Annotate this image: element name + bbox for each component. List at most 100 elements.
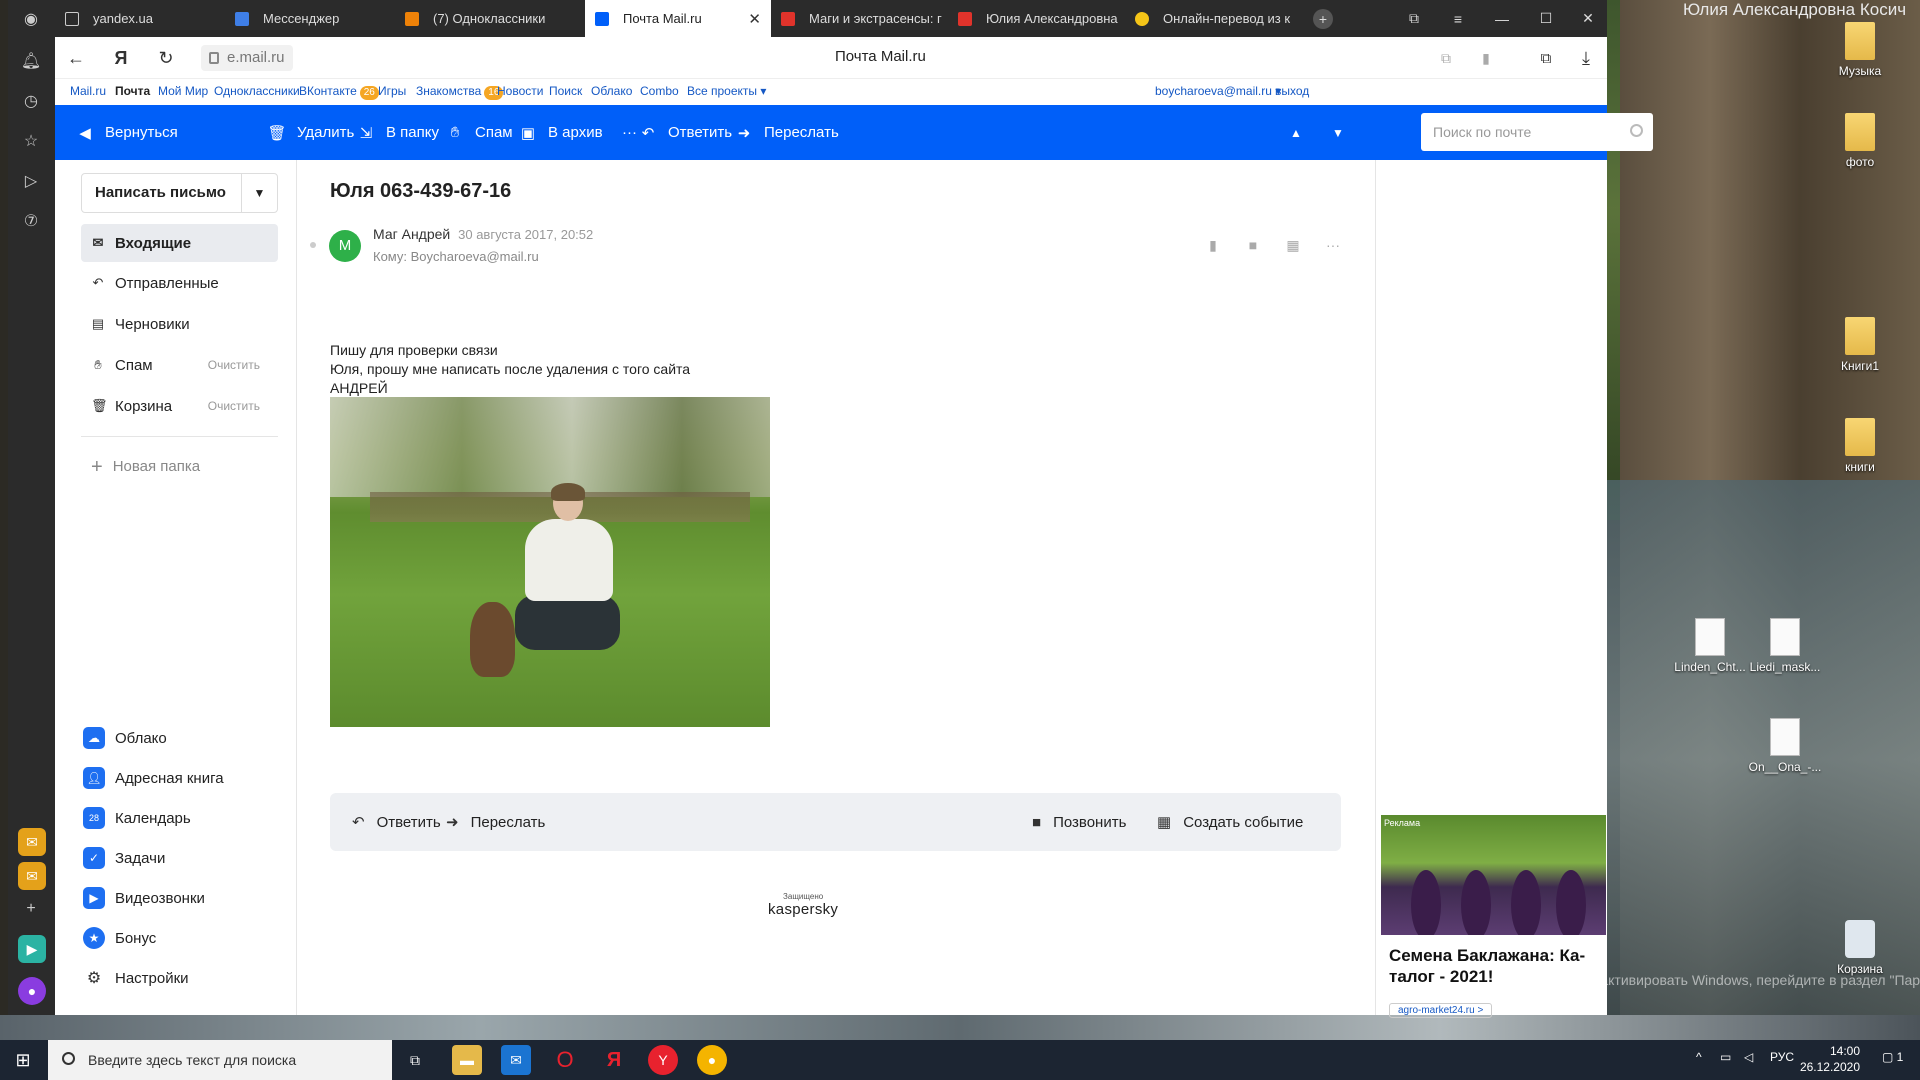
ad-image[interactable]: Реклама (1381, 815, 1606, 935)
desktop-icon-doc-ona[interactable]: On__Ona_-... (1745, 718, 1825, 774)
task-view-icon[interactable]: ⧉ (400, 1045, 430, 1075)
bookmark-icon[interactable]: ▮ (1204, 236, 1222, 254)
new-tab-button[interactable]: + (1303, 0, 1343, 37)
ad-title[interactable]: Семена Баклажана: Ка-талог - 2021! (1389, 945, 1599, 987)
archive-button[interactable]: ▣ В архив (520, 105, 603, 160)
service-video-calls[interactable]: ▶ Видеозвонки (83, 883, 205, 913)
tab-collections-icon[interactable]: ⧉ (1394, 0, 1434, 37)
sender-name[interactable]: Маг Андрей (373, 226, 450, 242)
user-email-menu[interactable]: boycharoeva@mail.ru ▾ (1155, 84, 1281, 98)
compose-dropdown-icon[interactable]: ▼ (241, 174, 277, 212)
portal-link-poisk[interactable]: Поиск (549, 84, 582, 98)
call-button[interactable]: ■ Позвонить (1032, 793, 1126, 851)
reload-icon[interactable]: ↻ (155, 47, 177, 69)
calendar-icon[interactable]: ▦ (1284, 236, 1302, 254)
forward-action-button[interactable]: ➜ Переслать (446, 793, 545, 851)
logout-link[interactable]: выход (1275, 84, 1309, 98)
service-calendar[interactable]: 28 Календарь (83, 803, 191, 833)
back-arrow-icon[interactable]: ← (65, 47, 87, 69)
folder-drafts[interactable]: ▤ Черновики (81, 305, 278, 343)
collections-icon[interactable]: ⧉ (1535, 47, 1557, 69)
delete-button[interactable]: 🗑︎ Удалить (267, 105, 354, 160)
close-window-icon[interactable]: ✕ (1568, 0, 1608, 37)
file-explorer-icon[interactable]: ▬ (452, 1045, 482, 1075)
new-folder-button[interactable]: + Новая папка (91, 456, 200, 479)
next-letter-icon[interactable]: ▼ (1332, 105, 1344, 160)
language-indicator[interactable]: РУС (1770, 1050, 1794, 1064)
previous-letter-icon[interactable]: ▲ (1290, 105, 1302, 160)
alice-icon[interactable]: ● (18, 977, 46, 1005)
desktop-icon-doc-linden[interactable]: Linden_Cht... (1670, 618, 1750, 674)
copy-link-icon[interactable]: ⧉ (1435, 47, 1457, 69)
move-to-folder-button[interactable]: ⇲ В папку (358, 105, 439, 160)
windows-start-icon[interactable]: ⊞ (0, 1040, 46, 1080)
taskbar-search-input[interactable]: Введите здесь текст для поиска (48, 1040, 392, 1080)
yandex-icon[interactable]: Я (599, 1045, 629, 1075)
service-cloud[interactable]: ☁ Облако (83, 723, 167, 753)
search-icon[interactable] (1630, 124, 1643, 137)
tab-yulia[interactable]: Юлия Александровна (948, 0, 1125, 37)
service-address-book[interactable]: 👤︎ Адресная книга (83, 763, 224, 793)
history-icon[interactable]: ◷ (20, 90, 42, 112)
opera-icon[interactable]: O (550, 1045, 580, 1075)
compose-button[interactable]: Написать письмо ▼ (81, 173, 278, 213)
network-icon[interactable]: ▭ (1720, 1050, 1731, 1064)
video-call-icon[interactable]: ■ (1244, 236, 1262, 254)
back-button[interactable]: ◀ Вернуться (77, 105, 178, 160)
mail-app-icon-2[interactable]: ✉ (18, 862, 46, 890)
desktop-icon-recycle-bin[interactable]: Корзина (1820, 920, 1900, 976)
more-actions-button[interactable]: ··· (622, 105, 637, 160)
ad-link[interactable]: agro-market24.ru > (1389, 1003, 1493, 1018)
messenger-app-icon[interactable]: ▶ (18, 935, 46, 963)
forward-button[interactable]: ➜ Переслать (736, 105, 839, 160)
reply-action-button[interactable]: ↶ Ответить (352, 793, 441, 851)
bookmark-icon[interactable]: ▮ (1475, 47, 1497, 69)
volume-icon[interactable]: ◁ (1744, 1050, 1753, 1064)
folder-trash[interactable]: 🗑︎ Корзина Очистить (81, 387, 278, 425)
sender-avatar[interactable]: М (329, 230, 361, 262)
desktop-icon-music[interactable]: Музыка (1820, 22, 1900, 78)
portal-link-moi-mir[interactable]: Мой Мир (158, 84, 208, 98)
spam-button[interactable]: ✋︎ Спам (447, 105, 513, 160)
tab-yandex[interactable]: yandex.ua (55, 0, 225, 37)
tab-translate[interactable]: Онлайн-перевод из к (1125, 0, 1295, 37)
portal-link-mailru[interactable]: Mail.ru (70, 84, 106, 98)
create-event-button[interactable]: ▦ Создать событие (1157, 793, 1303, 851)
taskbar-clock[interactable]: 14:00 26.12.2020 (1800, 1043, 1860, 1075)
portal-link-novosti[interactable]: Новости (497, 84, 543, 98)
mail-app-icon[interactable]: ✉ (18, 828, 46, 856)
service-tasks[interactable]: ✓ Задачи (83, 843, 165, 873)
maximize-icon[interactable]: ☐ (1526, 0, 1566, 37)
desktop-icon-books[interactable]: книги (1820, 418, 1900, 474)
attached-photo[interactable] (330, 397, 770, 727)
desktop-icon-books1[interactable]: Книги1 (1820, 317, 1900, 373)
portal-link-igry[interactable]: Игры (378, 84, 406, 98)
portal-link-all-projects[interactable]: Все проекты ▾ (687, 84, 766, 98)
play-icon[interactable]: ▷ (20, 170, 42, 192)
portal-link-odnoklassniki[interactable]: Одноклассники (214, 84, 300, 98)
yandex-browser-icon[interactable]: Y (648, 1045, 678, 1075)
download-icon[interactable]: ⤓ (1575, 47, 1597, 69)
bell-icon[interactable]: 🔔︎ (20, 50, 42, 72)
portal-link-combo[interactable]: Combo (640, 84, 679, 98)
url-field[interactable]: e.mail.ru (201, 45, 293, 71)
reply-button[interactable]: ↶ Ответить (640, 105, 732, 160)
calendar-7-icon[interactable]: ⑦ (20, 210, 42, 232)
minimize-icon[interactable]: — (1482, 0, 1522, 37)
more-icon[interactable]: ··· (1324, 236, 1342, 254)
service-bonus[interactable]: ★ Бонус (83, 923, 156, 953)
tray-arrow-icon[interactable]: ^ (1696, 1050, 1702, 1064)
chrome-icon[interactable]: ● (697, 1045, 727, 1075)
desktop-icon-doc-liedi[interactable]: Liedi_mask... (1745, 618, 1825, 674)
tab-mail[interactable]: Почта Mail.ru ✕ (585, 0, 771, 37)
folder-spam[interactable]: ✋︎ Спам Очистить (81, 346, 278, 384)
mail-app-icon[interactable]: ✉ (501, 1045, 531, 1075)
folder-inbox[interactable]: ✉ Входящие (81, 224, 278, 262)
portal-link-pochta[interactable]: Почта (115, 84, 150, 98)
star-icon[interactable]: ☆ (20, 130, 42, 152)
tab-magi[interactable]: Маги и экстрасенсы: г (771, 0, 948, 37)
read-status-dot[interactable] (310, 242, 316, 248)
portal-link-vkontakte[interactable]: ВКонтакте 26 (299, 84, 379, 100)
folder-sent[interactable]: ↶ Отправленные (81, 264, 278, 302)
notifications-icon[interactable]: ▢ 1 (1882, 1050, 1903, 1064)
